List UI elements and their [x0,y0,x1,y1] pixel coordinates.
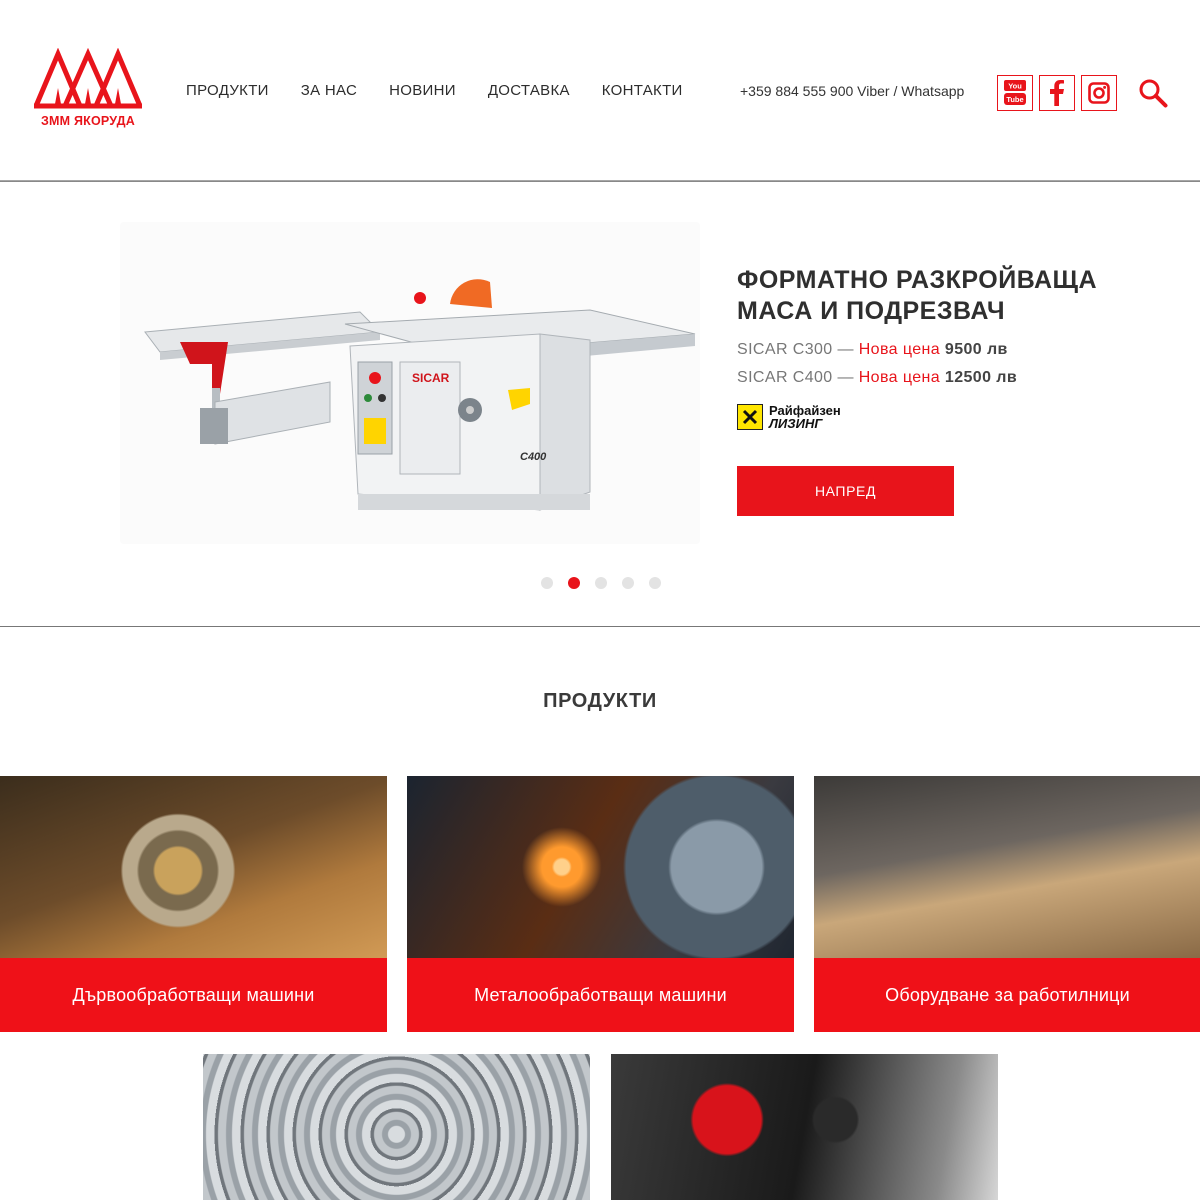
logo-mark [34,48,142,109]
price-value: 9500 [944,341,983,358]
slide-next-button[interactable]: НАПРЕД [737,466,954,516]
product-photo-woodworking [0,776,387,958]
raiffeisen-text: Райфайзен ЛИЗИНГ [769,404,841,430]
phone-number[interactable]: +359 884 555 900 Viber / Whatsapp [740,83,964,99]
facebook-link[interactable] [1039,75,1075,111]
youtube-icon-text-top: You [1008,82,1022,91]
price-line-c300: SICAR C300 — Нова цена 9500 лв [737,341,1008,359]
product-card-metalworking[interactable]: Металообработващи машини [407,776,794,1032]
slider-dot-4[interactable] [622,577,634,589]
nav-item-products[interactable]: ПРОДУКТИ [186,82,269,99]
brand-name: ЗММ ЯКОРУДА [41,114,135,128]
product-photo-workshop [814,776,1200,958]
product-photo-metalworking [407,776,794,958]
product-card-woodworking[interactable]: Дървообработващи машини [0,776,387,1032]
header-divider [0,180,1200,182]
product-card-workshop[interactable]: Оборудване за работилници [814,776,1200,1032]
instagram-link[interactable] [1081,75,1117,111]
instagram-icon [1088,82,1110,104]
nav-item-contacts[interactable]: КОНТАКТИ [602,82,683,99]
price-unit: лв [996,369,1018,386]
machine-model-text: C400 [520,451,547,463]
price-model: SICAR C300 — [737,341,854,358]
price-value: 12500 [944,369,992,386]
facebook-icon [1050,80,1064,106]
product-card-tools[interactable] [611,1054,998,1200]
search-icon [1139,79,1168,108]
price-unit: лв [986,341,1008,358]
products-heading: ПРОДУКТИ [543,690,657,712]
nav-item-about[interactable]: ЗА НАС [301,82,357,99]
youtube-icon-text-bottom: Tube [1006,95,1023,104]
slider-dot-3[interactable] [595,577,607,589]
combination-machine-illustration: SICAR C400 [144,279,696,511]
brand-logo[interactable]: ЗММ ЯКОРУДА [34,48,142,132]
product-card-steel[interactable] [203,1054,590,1200]
raiffeisen-leasing: ЛИЗИНГ [769,416,823,431]
product-photo-steel [203,1054,590,1200]
product-label-workshop[interactable]: Оборудване за работилници [814,958,1200,1032]
slide-title-line2: МАСА И ПОДРЕЗВАЧ [737,297,1006,325]
slider-pagination [541,577,676,589]
machine-brand-text: SICAR [412,371,450,385]
slide-title: ФОРМАТНО РАЗКРОЙВАЩА МАСА И ПОДРЕЗВАЧ [737,265,1157,327]
nav-item-delivery[interactable]: ДОСТАВКА [488,82,570,99]
raiffeisen-leasing-badge[interactable]: Райфайзен ЛИЗИНГ [737,403,841,431]
price-label: Нова цена [858,369,941,386]
slider-dot-1[interactable] [541,577,553,589]
product-photo-tools [611,1054,998,1200]
youtube-link[interactable]: You Tube [997,75,1033,111]
product-label-woodworking[interactable]: Дървообработващи машини [0,958,387,1032]
price-label: Нова цена [858,341,941,358]
price-model: SICAR C400 — [737,369,854,386]
main-nav: ПРОДУКТИ ЗА НАС НОВИНИ ДОСТАВКА КОНТАКТИ [186,82,715,99]
nav-item-news[interactable]: НОВИНИ [389,82,456,99]
site-header: ЗММ ЯКОРУДА ПРОДУКТИ ЗА НАС НОВИНИ ДОСТА… [0,0,1200,180]
slider-dot-5[interactable] [649,577,661,589]
youtube-icon: You Tube [1004,80,1026,105]
slide-title-line1: ФОРМАТНО РАЗКРОЙВАЩА [737,266,1098,294]
raiffeisen-logo-icon [737,404,763,430]
price-line-c400: SICAR C400 — Нова цена 12500 лв [737,369,1017,387]
search-button[interactable] [1138,78,1168,108]
slider-dot-2[interactable] [568,577,580,589]
slide-product-image[interactable]: SICAR C400 [120,222,700,544]
product-label-metalworking[interactable]: Металообработващи машини [407,958,794,1032]
slider-divider [0,626,1200,627]
